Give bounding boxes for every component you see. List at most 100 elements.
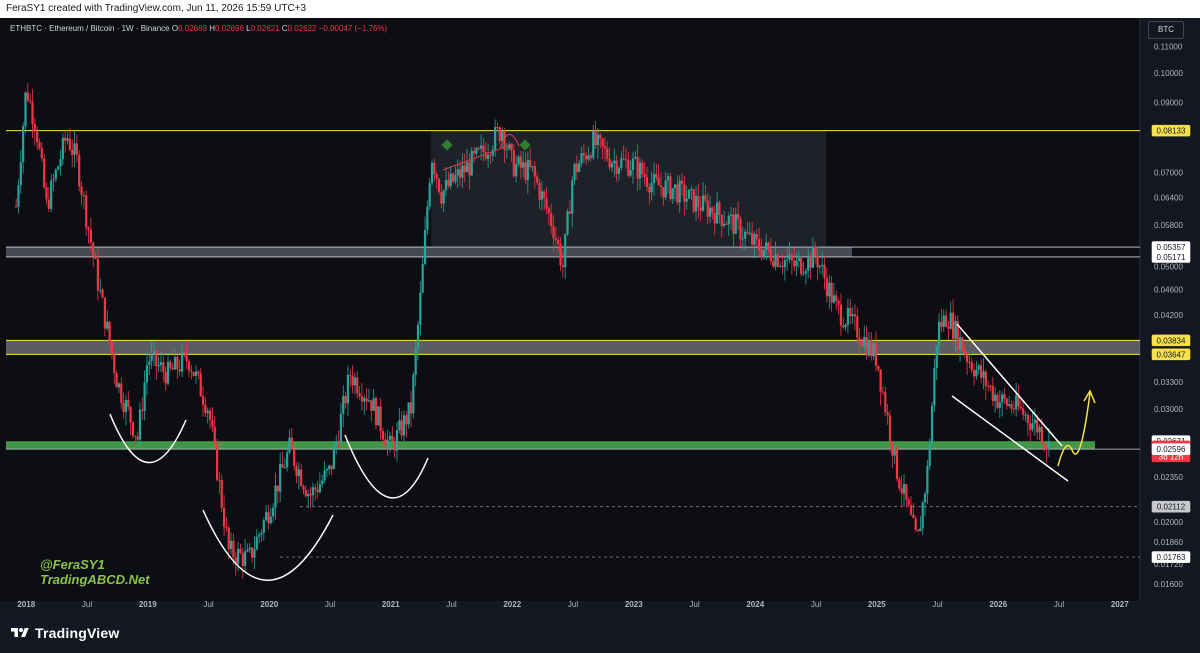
candle-body (737, 213, 740, 220)
candle-body (645, 177, 649, 187)
candle-body (828, 282, 831, 297)
chart-area[interactable]: 0.11000 0.10000 0.09000 0.07000 0.06400 0.058… (0, 18, 1200, 615)
candle-body (552, 226, 555, 239)
candle-body (916, 529, 920, 532)
zone-gray (6, 247, 852, 257)
candle-body (162, 362, 165, 372)
candle-body (648, 186, 651, 193)
price-label-text: 0.05171 (1157, 253, 1186, 262)
candle-body (907, 499, 910, 506)
candle-body (171, 367, 174, 370)
candle-body (958, 337, 962, 350)
candle-body (178, 369, 181, 372)
candle-body (772, 261, 775, 267)
candle-body (426, 206, 429, 231)
candle-body (844, 324, 847, 328)
candle-body (940, 321, 943, 327)
candle-body (638, 162, 642, 179)
candle-body (987, 385, 990, 387)
candle-body (103, 297, 107, 329)
candle-body (909, 505, 913, 515)
candle-body (176, 357, 179, 370)
candle-body (765, 242, 768, 250)
candle-body (1001, 394, 1004, 403)
candle-body (363, 398, 366, 402)
candle-body (526, 160, 529, 181)
candle-body (566, 211, 569, 235)
candle-body (821, 264, 824, 266)
candle-body (201, 396, 205, 405)
candle-body (451, 173, 455, 182)
candle-body (849, 308, 852, 317)
candle-body (1008, 404, 1011, 406)
candle-body (447, 179, 450, 186)
candle-body (755, 234, 758, 240)
candle-body (258, 534, 261, 537)
candle-body (685, 198, 688, 202)
candle-body (386, 439, 389, 446)
candle-body (629, 170, 632, 176)
candle-body (211, 419, 214, 427)
candle-body (150, 353, 153, 362)
candle-body (1026, 414, 1029, 424)
candle-body (538, 182, 541, 200)
candle-body (769, 249, 772, 262)
candle-body (774, 254, 777, 267)
candle-body (895, 446, 899, 480)
currency-selector[interactable]: BTC (1148, 21, 1184, 39)
candle-body (423, 230, 427, 264)
candle-body (867, 340, 871, 356)
price-chart[interactable]: 0.11000 0.10000 0.09000 0.07000 0.06400 0.058… (0, 18, 1200, 615)
candle-body (1040, 426, 1043, 445)
price-tick-label: 0.05000 (1154, 262, 1183, 271)
candle-body (475, 148, 478, 154)
candle-body (283, 467, 286, 469)
candle-body (122, 402, 125, 413)
candle-body (706, 200, 709, 217)
candle-body (342, 396, 345, 414)
legend-h-value: 0.02696 (215, 24, 244, 33)
candle-body (470, 150, 473, 176)
footer-bar (0, 615, 1200, 653)
candle-body (797, 258, 800, 261)
candle-body (914, 518, 917, 530)
candle-body (879, 369, 882, 392)
candle-body (311, 487, 314, 496)
tradingview-logo[interactable]: TradingView (10, 625, 119, 641)
candle-body (54, 169, 57, 180)
time-tick-label: Jul (811, 600, 821, 609)
candle-body (407, 402, 410, 425)
symbol-legend[interactable]: ETHBTC · Ethereum / Bitcoin · 1W · Binan… (10, 24, 387, 33)
candle-body (246, 549, 249, 552)
candle-body (197, 371, 200, 374)
candle-body (659, 185, 663, 188)
candle-body (783, 260, 786, 268)
candle-body (22, 126, 25, 163)
candle-body (229, 540, 233, 550)
candle-body (631, 158, 635, 171)
candle-body (1005, 398, 1008, 406)
candle-body (905, 484, 908, 500)
candle-body (129, 406, 132, 423)
candle-body (489, 154, 492, 156)
price-tick-label: 0.11000 (1154, 42, 1183, 51)
candle-body (624, 159, 628, 161)
candle-body (991, 386, 994, 402)
candle-body (1022, 408, 1025, 415)
candle-body (613, 160, 616, 164)
candle-body (115, 372, 118, 388)
price-tick-label: 0.02000 (1154, 518, 1183, 527)
candle-body (973, 370, 976, 377)
candle-body (145, 365, 149, 383)
time-tick-label: 2025 (868, 600, 886, 609)
candle-body (687, 189, 691, 199)
candle-body (381, 431, 385, 440)
price-tick-label: 0.04200 (1154, 311, 1183, 320)
candle-body (120, 383, 123, 403)
tradingview-logo-text: TradingView (35, 625, 120, 641)
candle-body (421, 263, 424, 293)
candle-body (582, 153, 586, 156)
candle-body (487, 154, 490, 159)
candle-body (416, 324, 420, 349)
candle-body (744, 231, 747, 239)
